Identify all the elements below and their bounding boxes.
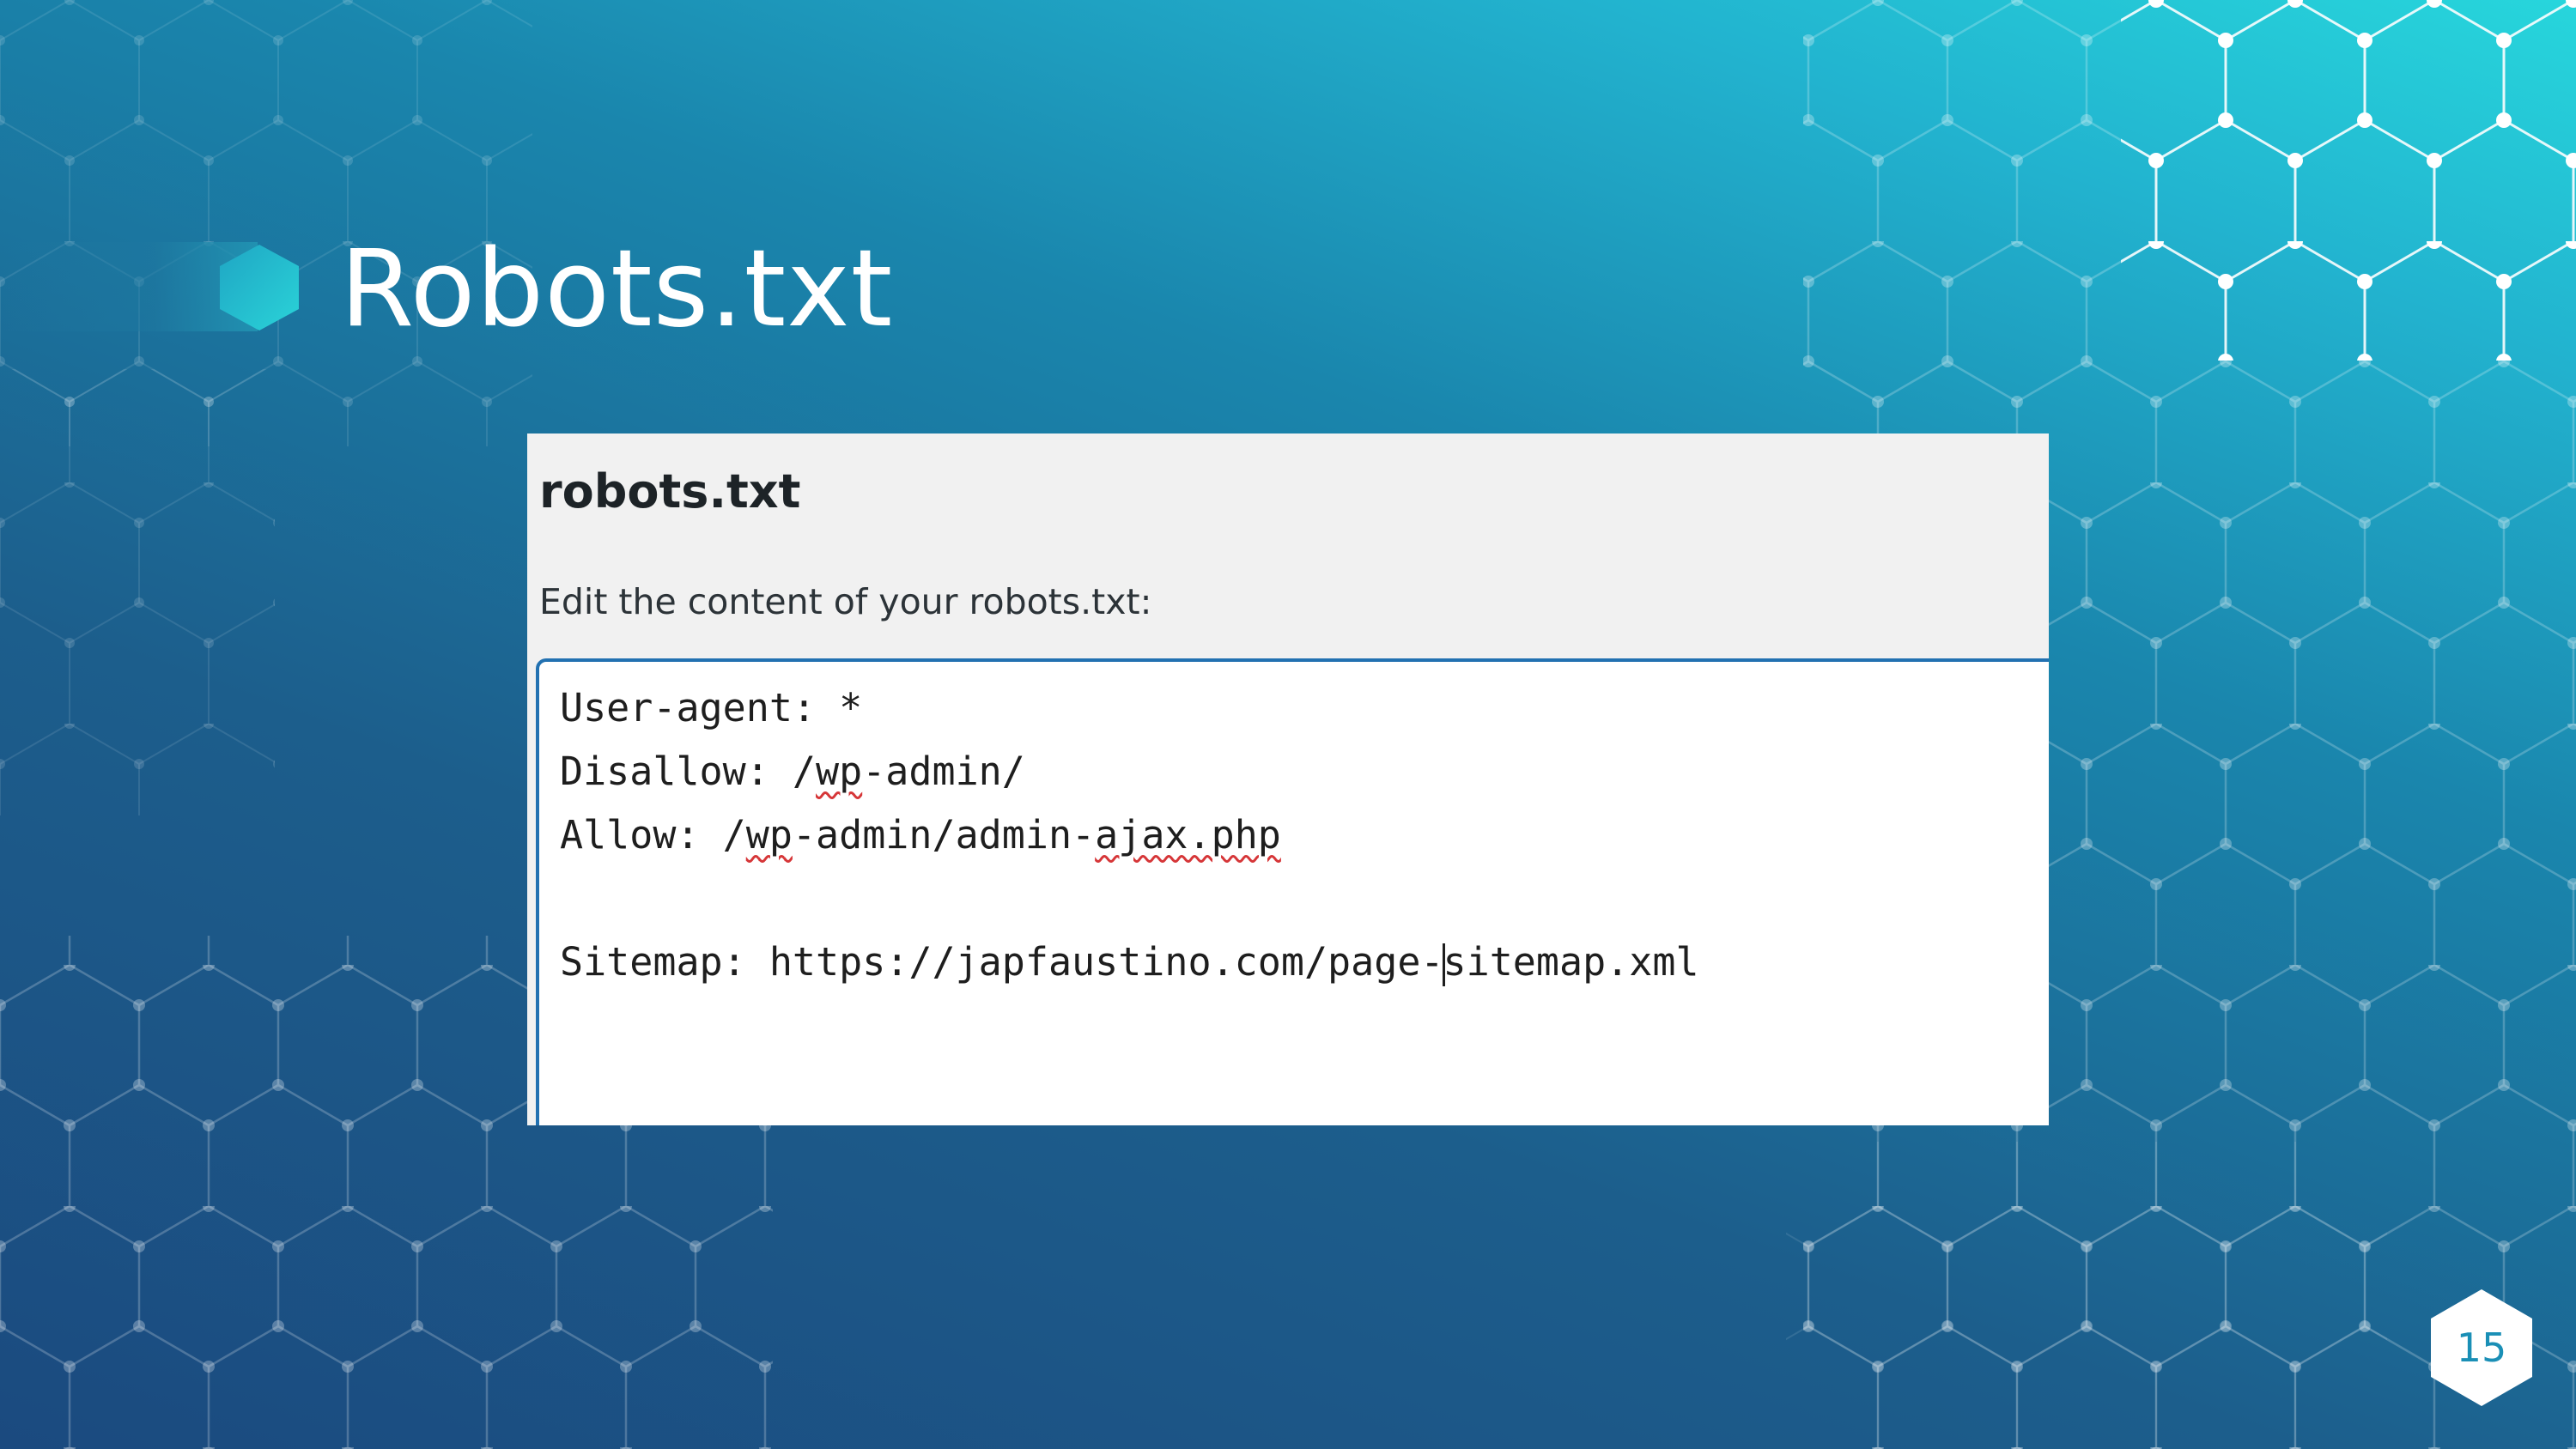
slide-title: Robots.txt [340,227,894,351]
title-hexagon-icon [220,245,299,330]
code-text: Allow: / [560,812,746,858]
code-line-disallow: Disallow: /wp-admin/ [560,746,1025,797]
spellcheck-word: ajax.php [1095,812,1281,858]
spellcheck-word: wp [816,749,863,794]
spellcheck-word: wp [745,812,793,858]
code-text: Disallow: / [560,749,817,794]
code-line-sitemap: Sitemap: https://japfaustino.com/page-si… [560,937,1699,988]
code-text: Sitemap: https://japfaustino.com/page- [560,939,1444,985]
code-text: sitemap.xml [1443,939,1699,985]
panel-heading: robots.txt [539,464,801,518]
page-number: 15 [2456,1325,2507,1371]
panel-description: Edit the content of your robots.txt: [539,581,1152,622]
code-text: -admin/admin- [792,812,1096,858]
robots-txt-editor-screenshot: robots.txt Edit the content of your robo… [527,433,2049,1125]
code-line-allow: Allow: /wp-admin/admin-ajax.php [560,809,1281,861]
robots-txt-textarea[interactable]: User-agent: * Disallow: /wp-admin/ Allow… [536,658,2049,1125]
code-line-user-agent: User-agent: * [560,685,863,731]
code-text: -admin/ [862,749,1025,794]
page-number-badge: 15 [2429,1288,2534,1408]
